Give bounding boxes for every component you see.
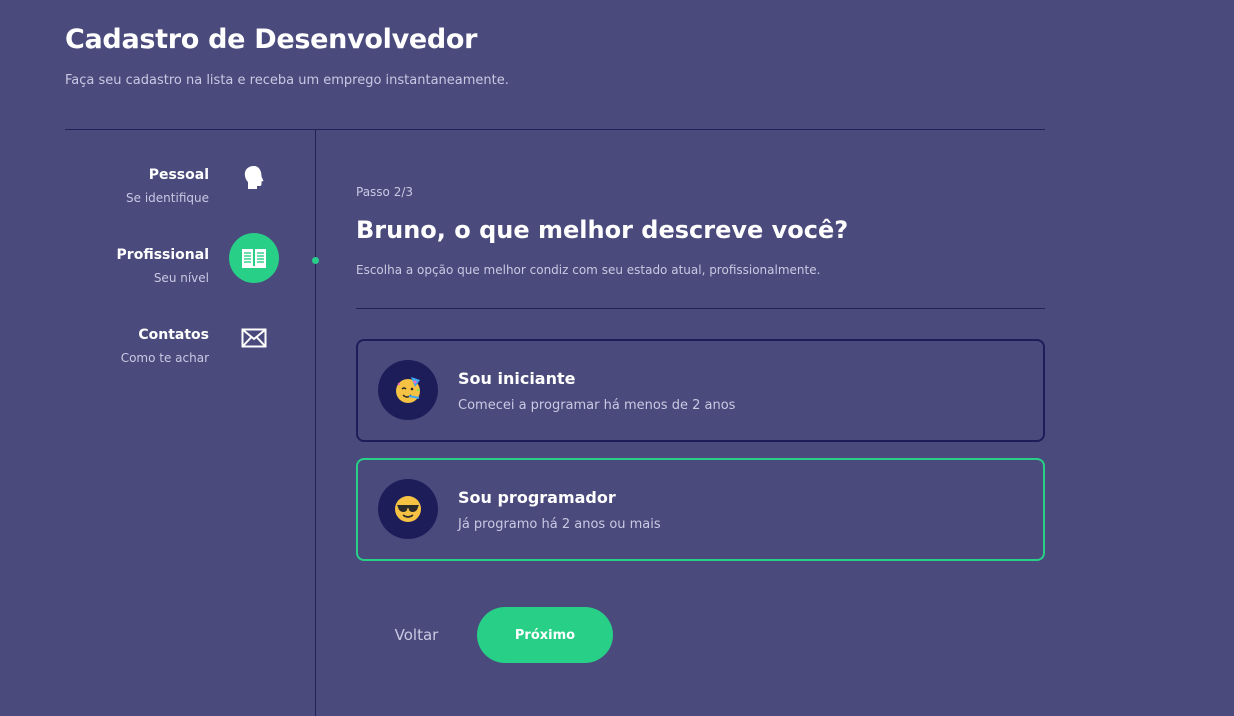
- step-title: Contatos: [138, 327, 209, 343]
- book-icon: [229, 233, 279, 283]
- option-subtitle: Já programo há 2 anos ou mais: [458, 517, 661, 532]
- option-programador[interactable]: Sou programador Já programo há 2 anos ou…: [356, 458, 1045, 561]
- sidebar-divider: [315, 130, 316, 716]
- option-iniciante[interactable]: Sou iniciante Comecei a programar há men…: [356, 339, 1045, 442]
- page-title: Cadastro de Desenvolvedor: [65, 24, 478, 55]
- step-subtitle: Seu nível: [153, 271, 209, 285]
- step-title: Pessoal: [148, 167, 209, 183]
- active-step-indicator: [312, 257, 319, 264]
- header-divider: [65, 129, 1045, 130]
- sunglasses-face-icon: [378, 479, 438, 539]
- option-title: Sou programador: [458, 488, 616, 507]
- step-counter: Passo 2/3: [356, 185, 414, 199]
- content-divider: [356, 308, 1045, 309]
- step-pessoal[interactable]: Pessoal Se identifique: [65, 166, 315, 227]
- step-subtitle: Como te achar: [120, 351, 209, 365]
- next-button[interactable]: Próximo: [477, 607, 613, 663]
- option-title: Sou iniciante: [458, 369, 576, 388]
- back-button[interactable]: Voltar: [356, 607, 477, 663]
- step-contatos[interactable]: Contatos Como te achar: [65, 327, 315, 387]
- option-subtitle: Comecei a programar há menos de 2 anos: [458, 398, 736, 413]
- party-face-icon: [378, 360, 438, 420]
- head-icon: [229, 153, 279, 203]
- step-title: Profissional: [116, 247, 209, 263]
- step-profissional[interactable]: Profissional Seu nível: [65, 233, 319, 307]
- envelope-icon: [229, 313, 279, 363]
- step-subtitle: Se identifique: [126, 191, 209, 205]
- question-title: Bruno, o que melhor descreve você?: [356, 216, 849, 244]
- page-subtitle: Faça seu cadastro na lista e receba um e…: [65, 73, 509, 88]
- question-subtitle: Escolha a opção que melhor condiz com se…: [356, 263, 821, 277]
